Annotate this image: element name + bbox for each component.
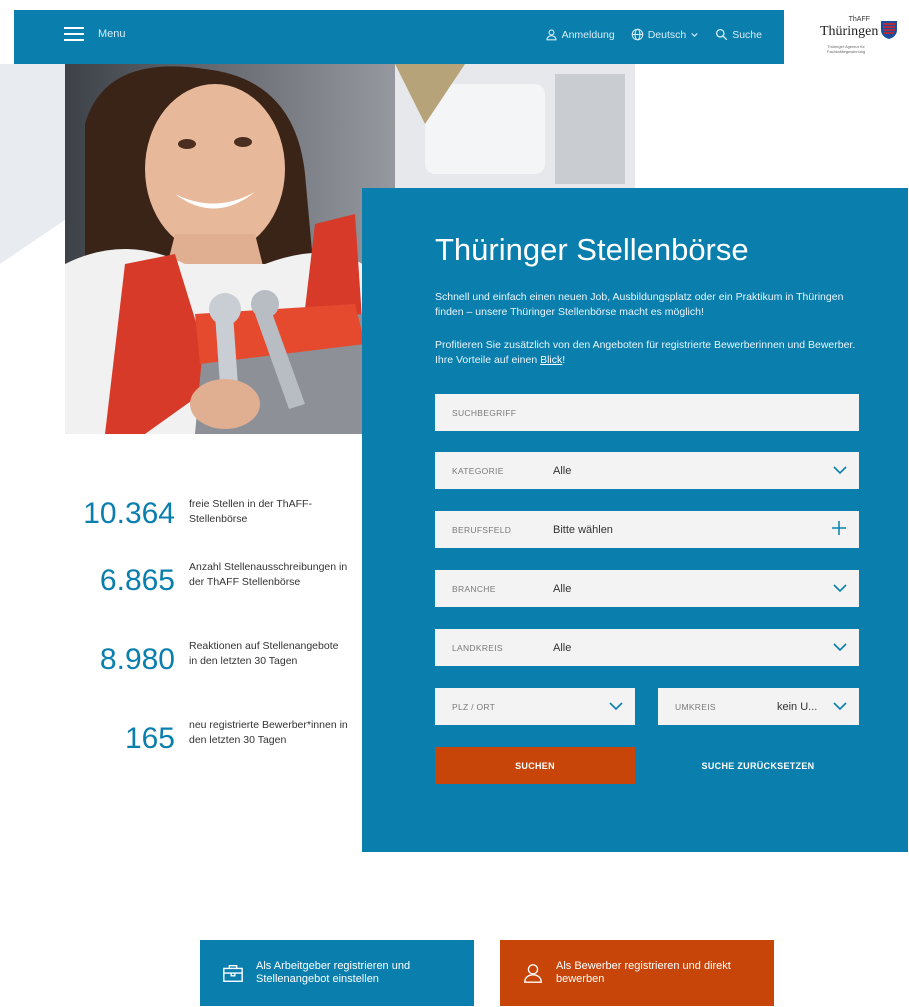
language-selector[interactable]: Deutsch bbox=[631, 28, 700, 41]
logo-thaff-text: ThAFF bbox=[848, 16, 870, 23]
stat-number: 8.980 bbox=[99, 643, 175, 676]
stat-text: neu registrierte Bewerber*innen in den l… bbox=[189, 719, 348, 746]
zip-city-label: PLZ / ORT bbox=[452, 701, 496, 712]
plus-icon bbox=[832, 521, 846, 535]
profession-field-value: Bitte wählen bbox=[553, 523, 613, 536]
user-icon bbox=[524, 964, 542, 983]
keyword-input[interactable]: SUCHBEGRIFF bbox=[435, 394, 859, 431]
applicant-register-button[interactable]: Als Bewerber registrieren und direkt bew… bbox=[500, 940, 774, 1006]
thueringen-logo[interactable]: ThAFF Thüringen Thüringer Agentur für Fa… bbox=[815, 16, 900, 56]
menu-button[interactable]: Menu bbox=[64, 27, 126, 41]
keyword-placeholder: SUCHBEGRIFF bbox=[452, 407, 517, 418]
user-icon bbox=[546, 29, 557, 41]
industry-value: Alle bbox=[553, 582, 572, 595]
stat-text: freie Stellen in der ThAFF-Stellenbörse bbox=[189, 498, 312, 525]
login-label: Anmeldung bbox=[561, 28, 615, 41]
stat-number: 10.364 bbox=[83, 497, 175, 530]
stat-number: 165 bbox=[124, 722, 175, 755]
radius-select[interactable]: UMKREIS kein U... bbox=[658, 688, 859, 725]
globe-icon bbox=[631, 28, 643, 41]
stat-new-applicants: 165 neu registrierte Bewerber*innen in d… bbox=[60, 718, 349, 755]
zip-city-select[interactable]: PLZ / ORT bbox=[435, 688, 635, 725]
job-search-panel: Thüringer Stellenbörse Schnell und einfa… bbox=[362, 188, 908, 852]
chevron-down-icon bbox=[691, 32, 698, 37]
category-value: Alle bbox=[553, 464, 572, 477]
district-select[interactable]: LANDKREIS Alle bbox=[435, 629, 859, 666]
search-icon bbox=[716, 28, 728, 41]
industry-select[interactable]: BRANCHE Alle bbox=[435, 570, 859, 607]
district-label: LANDKREIS bbox=[452, 642, 503, 653]
decorative-shape bbox=[0, 64, 65, 264]
top-links: Anmeldung Deutsch Suche bbox=[545, 28, 762, 41]
stat-open-positions: 10.364 freie Stellen in der ThAFF-Stelle… bbox=[60, 498, 349, 530]
benefits-prefix: Profitieren Sie zusätzlich von den Angeb… bbox=[435, 339, 856, 366]
category-select[interactable]: KATEGORIE Alle bbox=[435, 452, 859, 489]
panel-benefits-text: Profitieren Sie zusätzlich von den Angeb… bbox=[435, 338, 865, 368]
benefits-suffix: ! bbox=[562, 354, 566, 366]
radius-value: kein U... bbox=[777, 700, 818, 713]
stat-reactions: 8.980 Reaktionen auf Stellenangebote in … bbox=[60, 639, 349, 676]
logo-sub-text: Thüringer Agentur für Fachkräftegewinnun… bbox=[827, 44, 866, 54]
panel-intro-text: Schnell und einfach einen neuen Job, Aus… bbox=[435, 291, 844, 318]
applicant-register-label: Als Bewerber registrieren und direkt bew… bbox=[556, 960, 731, 985]
reset-search-button[interactable]: SUCHE ZURÜCKSETZEN bbox=[658, 747, 858, 784]
employer-register-label: Als Arbeitgeber registrieren und Stellen… bbox=[256, 960, 411, 985]
top-navigation-bar: Menu Anmeldung Deutsch Suche bbox=[14, 10, 784, 64]
employer-register-button[interactable]: Als Arbeitgeber registrieren und Stellen… bbox=[200, 940, 474, 1006]
category-label: KATEGORIE bbox=[452, 465, 504, 476]
search-label: Suche bbox=[732, 28, 762, 41]
stat-text: Anzahl Stellenausschreibungen in der ThA… bbox=[189, 561, 348, 588]
page: Menu Anmeldung Deutsch Suche ThAFF Thüri… bbox=[0, 0, 909, 1007]
stat-text: Reaktionen auf Stellenangebote in den le… bbox=[189, 640, 339, 667]
chevron-down-icon bbox=[833, 702, 847, 711]
district-value: Alle bbox=[553, 641, 572, 654]
chevron-down-icon bbox=[609, 702, 623, 711]
language-label: Deutsch bbox=[647, 28, 687, 41]
chevron-down-icon bbox=[833, 643, 847, 652]
stat-number: 6.865 bbox=[99, 564, 175, 597]
profession-field-select[interactable]: BERUFSFELD Bitte wählen bbox=[435, 511, 859, 548]
chevron-down-icon bbox=[833, 584, 847, 593]
search-link[interactable]: Suche bbox=[715, 28, 762, 41]
panel-title: Thüringer Stellenbörse bbox=[435, 232, 749, 267]
radius-label: UMKREIS bbox=[675, 701, 716, 712]
hamburger-icon bbox=[64, 27, 84, 41]
industry-label: BRANCHE bbox=[452, 583, 496, 594]
profession-field-label: BERUFSFELD bbox=[452, 524, 512, 535]
search-button[interactable]: SUCHEN bbox=[435, 747, 635, 784]
stat-job-postings: 6.865 Anzahl Stellenausschreibungen in d… bbox=[60, 560, 349, 597]
menu-label: Menu bbox=[98, 28, 126, 40]
crest-icon bbox=[881, 21, 897, 39]
briefcase-icon bbox=[223, 964, 243, 982]
logo-main-text: Thüringen bbox=[820, 24, 879, 39]
login-link[interactable]: Anmeldung bbox=[545, 28, 615, 41]
chevron-down-icon bbox=[833, 466, 847, 475]
benefits-link[interactable]: Blick bbox=[540, 354, 562, 366]
